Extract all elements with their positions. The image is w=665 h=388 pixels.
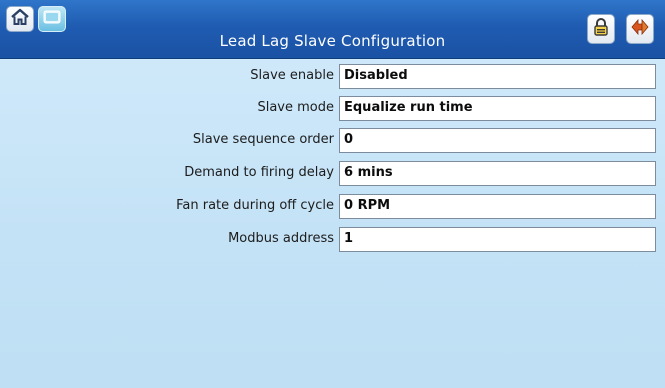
back-arrow-icon: [630, 17, 650, 41]
home-button[interactable]: [6, 6, 34, 32]
setting-label: Slave mode: [257, 100, 334, 115]
screen-icon: [42, 9, 62, 29]
screen: Lead Lag Slave Configuration Slave enabl…: [0, 0, 665, 388]
setting-row-modbus-address: Modbus address 1: [0, 227, 665, 252]
demand-to-firing-delay-field[interactable]: 6 mins: [339, 161, 656, 186]
lock-icon: [592, 17, 610, 41]
setting-row-slave-enable: Slave enable Disabled: [0, 64, 665, 89]
setting-row-fan-rate-during-off-cycle: Fan rate during off cycle 0 RPM: [0, 194, 665, 219]
screen-button[interactable]: [38, 6, 66, 32]
setting-label: Demand to firing delay: [184, 165, 334, 180]
modbus-address-field[interactable]: 1: [339, 227, 656, 252]
back-button[interactable]: [626, 14, 654, 44]
slave-enable-field[interactable]: Disabled: [339, 64, 656, 89]
page-title: Lead Lag Slave Configuration: [219, 32, 446, 50]
setting-label: Fan rate during off cycle: [176, 198, 334, 213]
setting-row-slave-sequence-order: Slave sequence order 0: [0, 128, 665, 153]
setting-label: Modbus address: [228, 231, 334, 246]
title-bar: Lead Lag Slave Configuration: [0, 0, 665, 59]
setting-label: Slave sequence order: [192, 132, 334, 147]
slave-mode-field[interactable]: Equalize run time: [339, 96, 656, 121]
setting-row-demand-to-firing-delay: Demand to firing delay 6 mins: [0, 161, 665, 186]
home-icon: [10, 8, 30, 30]
lock-button[interactable]: [587, 14, 615, 44]
slave-sequence-order-field[interactable]: 0: [339, 128, 656, 153]
setting-label: Slave enable: [250, 68, 334, 83]
setting-row-slave-mode: Slave mode Equalize run time: [0, 96, 665, 121]
fan-rate-during-off-cycle-field[interactable]: 0 RPM: [339, 194, 656, 219]
